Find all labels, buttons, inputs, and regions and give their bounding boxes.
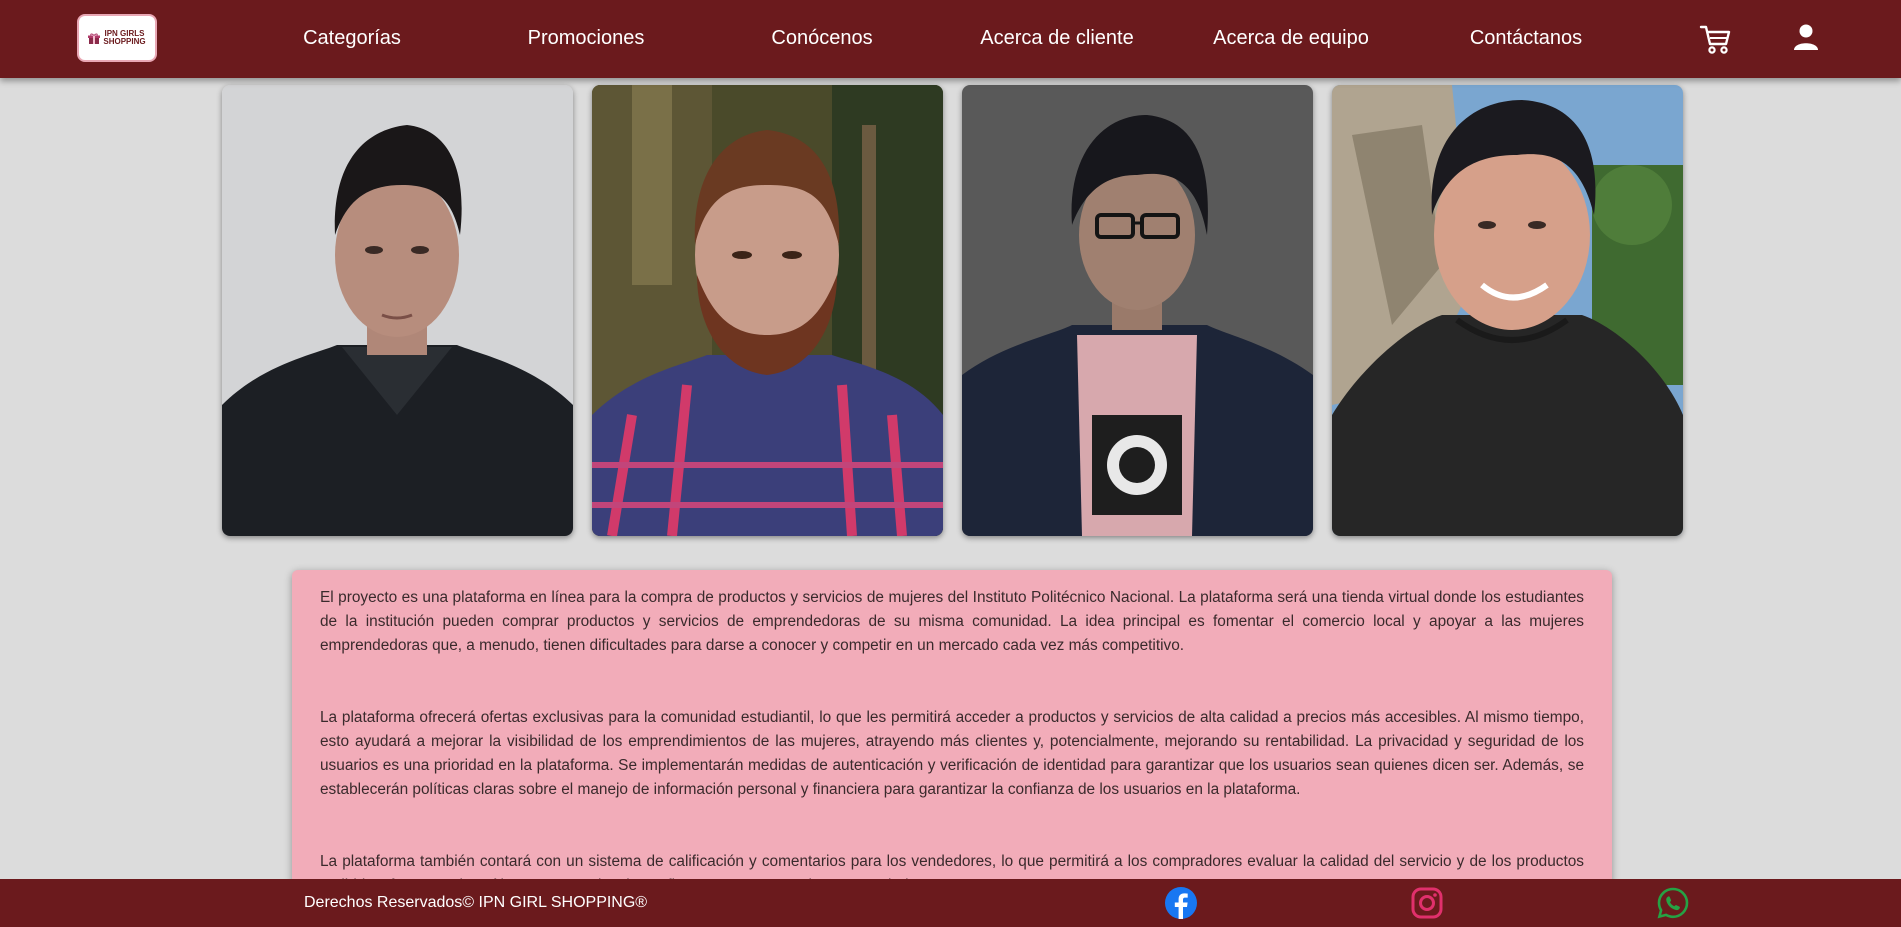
user-icon[interactable] — [1788, 20, 1824, 56]
team-member-photo-2 — [592, 85, 943, 536]
nav-categorias[interactable]: Categorías — [303, 24, 401, 52]
site-logo[interactable]: IPN GIRLS SHOPPING — [77, 14, 157, 62]
gift-icon — [87, 33, 100, 44]
team-member-photo-3 — [962, 85, 1313, 536]
nav-conocenos[interactable]: Conócenos — [771, 24, 872, 52]
logo-text: IPN GIRLS SHOPPING — [103, 29, 146, 46]
footer: Derechos Reservados© IPN GIRL SHOPPING® — [0, 879, 1901, 927]
team-member-photo-1 — [222, 85, 573, 536]
copyright-text: Derechos Reservados© IPN GIRL SHOPPING® — [304, 894, 648, 911]
nav-contactanos[interactable]: Contáctanos — [1470, 24, 1582, 52]
description-paragraph-1: El proyecto es una plataforma en línea p… — [320, 589, 1584, 654]
top-navbar: IPN GIRLS SHOPPING Categorías Promocione… — [0, 0, 1901, 78]
facebook-icon[interactable] — [1164, 886, 1198, 920]
description-paragraph-2: La plataforma ofrecerá ofertas exclusiva… — [320, 709, 1584, 798]
nav-promociones[interactable]: Promociones — [528, 24, 645, 52]
nav-acerca-de-cliente[interactable]: Acerca de cliente — [980, 24, 1133, 52]
cart-icon[interactable] — [1698, 20, 1734, 56]
nav-acerca-de-equipo[interactable]: Acerca de equipo — [1213, 24, 1369, 52]
project-description-card: El proyecto es una plataforma en línea p… — [292, 570, 1612, 927]
instagram-icon[interactable] — [1410, 886, 1444, 920]
team-member-photo-4 — [1332, 85, 1683, 536]
whatsapp-icon[interactable] — [1656, 886, 1690, 920]
